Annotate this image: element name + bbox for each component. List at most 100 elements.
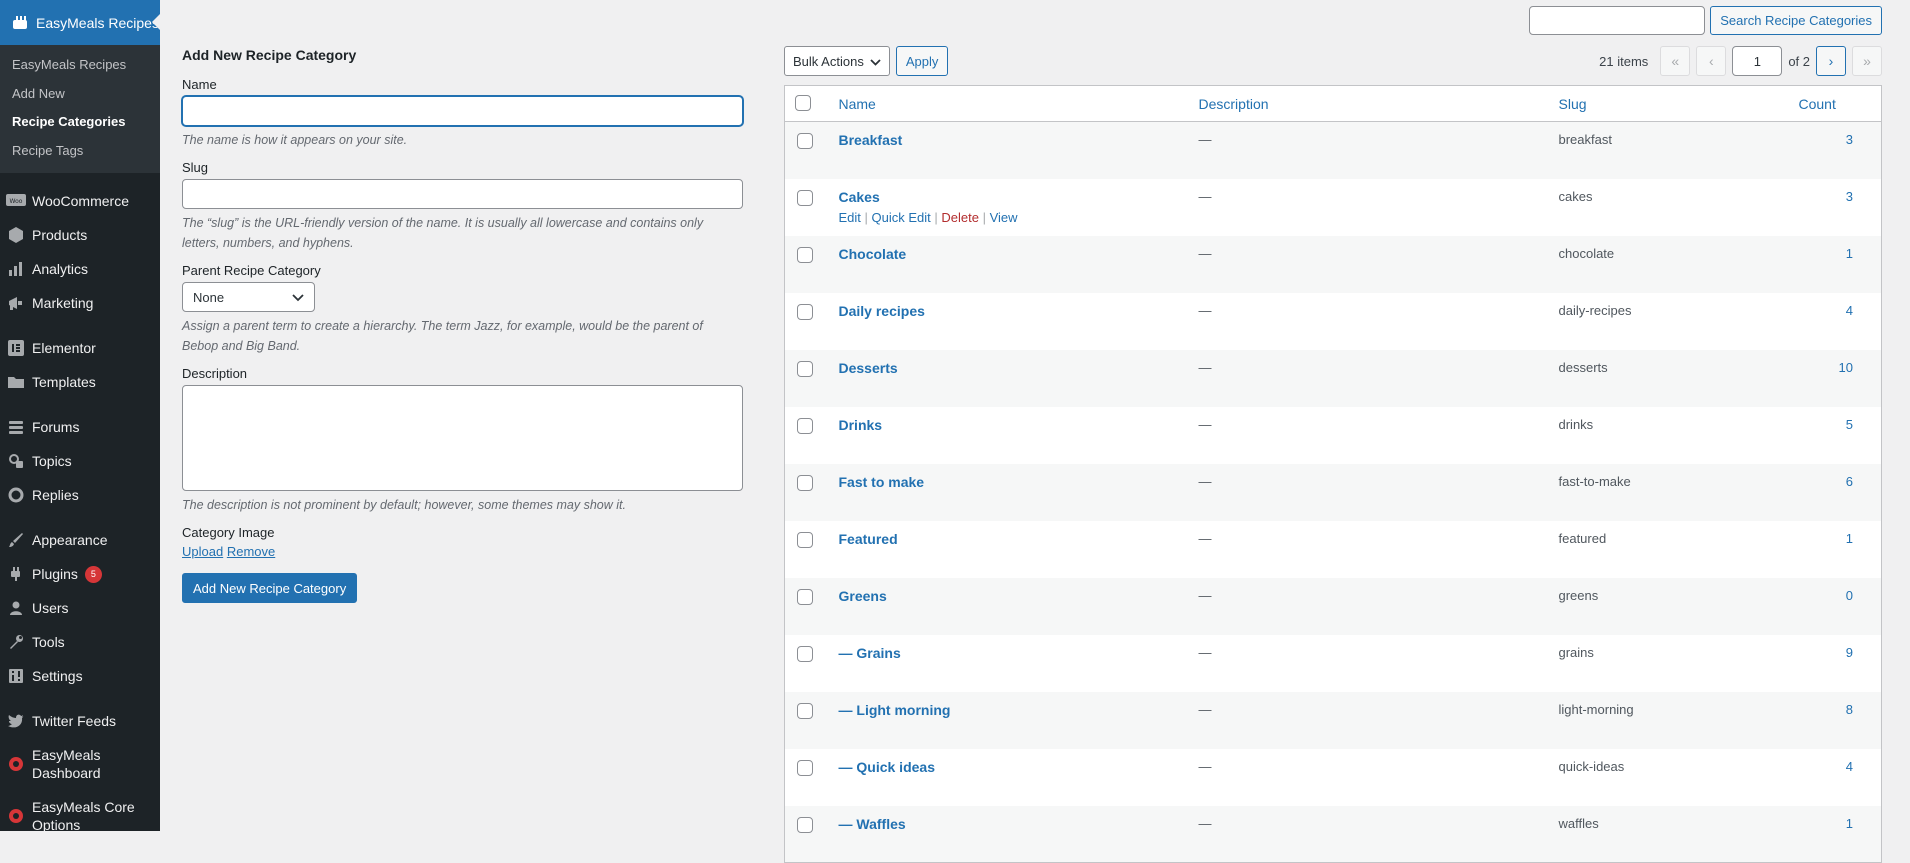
table-row: Chocolate — chocolate 1 [784, 235, 1882, 293]
row-checkbox[interactable] [797, 417, 813, 434]
column-slug[interactable]: Slug [1548, 85, 1789, 122]
row-view-link[interactable]: View [990, 210, 1018, 225]
row-count-link[interactable]: 3 [1789, 179, 1882, 236]
parent-category-select[interactable]: None [182, 282, 315, 312]
apply-button[interactable]: Apply [895, 46, 949, 76]
description-textarea[interactable] [182, 385, 743, 491]
sidebar-item-templates[interactable]: Templates [0, 365, 160, 399]
row-count-link[interactable]: 3 [1789, 122, 1882, 179]
sidebar-item-replies[interactable]: Replies [0, 478, 160, 512]
sidebar-item-products[interactable]: Products [0, 218, 160, 252]
row-slug: fast-to-make [1558, 473, 1631, 489]
search-input[interactable] [1529, 6, 1706, 35]
row-name-cell: — Quick ideas [829, 749, 1189, 806]
row-count-link[interactable]: 5 [1789, 407, 1882, 464]
row-description: — [1198, 530, 1212, 546]
row-name-link[interactable]: — Grains [839, 645, 1179, 661]
row-count-link[interactable]: 4 [1789, 749, 1882, 806]
row-checkbox-cell [785, 293, 829, 350]
sidebar-item-topics[interactable]: Topics [0, 444, 160, 478]
row-name-link[interactable]: Fast to make [839, 474, 1179, 490]
upload-link[interactable]: Upload [182, 544, 223, 559]
add-category-button[interactable]: Add New Recipe Category [182, 573, 358, 603]
row-name-link[interactable]: — Light morning [839, 702, 1179, 718]
row-name-link[interactable]: Breakfast [839, 132, 1179, 148]
row-checkbox[interactable] [797, 645, 813, 662]
row-checkbox[interactable] [797, 588, 813, 605]
slug-input[interactable] [182, 179, 743, 209]
row-name-link[interactable]: Chocolate [839, 246, 1179, 262]
row-count-link[interactable]: 4 [1789, 293, 1882, 350]
sidebar-item-label: EasyMeals Dashboard [32, 747, 101, 781]
woocommerce-icon: Woo [6, 191, 26, 211]
row-quick-edit-link[interactable]: Quick Edit [872, 210, 931, 225]
plugins-icon [6, 564, 26, 584]
sidebar-item-appearance[interactable]: Appearance [0, 523, 160, 557]
row-count-link[interactable]: 6 [1789, 464, 1882, 521]
row-count-link[interactable]: 0 [1789, 578, 1882, 635]
row-count-link[interactable]: 10 [1789, 350, 1882, 407]
row-checkbox[interactable] [797, 246, 813, 263]
row-checkbox[interactable] [797, 759, 813, 776]
submenu-item-add-new[interactable]: Add New [0, 80, 160, 109]
sidebar-item-woocommerce[interactable]: Woo WooCommerce [0, 184, 160, 218]
search-box: Search Recipe Categories [1529, 6, 1882, 35]
row-count-link[interactable]: 1 [1789, 806, 1882, 863]
submenu-item-recipe-categories[interactable]: Recipe Categories [0, 108, 160, 137]
column-description[interactable]: Description [1188, 85, 1549, 122]
row-name-link[interactable]: Cakes [839, 189, 1179, 205]
row-checkbox[interactable] [797, 474, 813, 491]
row-name-link[interactable]: Daily recipes [839, 303, 1179, 319]
submenu-item-recipe-tags[interactable]: Recipe Tags [0, 137, 160, 166]
sidebar-item-easymeals-recipes[interactable]: EasyMeals Recipes [0, 0, 160, 45]
row-checkbox[interactable] [797, 531, 813, 548]
next-page-button[interactable]: › [1816, 46, 1846, 76]
column-count[interactable]: Count [1788, 85, 1882, 122]
row-checkbox[interactable] [797, 360, 813, 377]
row-delete-link[interactable]: Delete [941, 210, 979, 225]
row-description: — [1198, 758, 1212, 774]
sidebar-item-easymeals-dashboard[interactable]: EasyMeals Dashboard [0, 738, 160, 790]
row-checkbox-cell [785, 464, 829, 521]
sidebar-item-easymeals-core-options[interactable]: EasyMeals Core Options [0, 790, 160, 831]
bulk-actions-select[interactable]: Bulk Actions [784, 46, 890, 76]
sidebar-item-twitter-feeds[interactable]: Twitter Feeds [0, 704, 160, 738]
row-count-link[interactable]: 8 [1789, 692, 1882, 749]
sidebar-item-elementor[interactable]: Elementor [0, 331, 160, 365]
row-checkbox[interactable] [797, 133, 813, 149]
sidebar-item-settings[interactable]: Settings [0, 659, 160, 693]
row-checkbox[interactable] [797, 189, 813, 206]
row-checkbox[interactable] [797, 303, 813, 320]
column-name[interactable]: Name [828, 85, 1189, 122]
row-name-link[interactable]: Greens [839, 588, 1179, 604]
sidebar-item-plugins[interactable]: Plugins 5 [0, 557, 160, 591]
remove-link[interactable]: Remove [227, 544, 275, 559]
sidebar-item-tools[interactable]: Tools [0, 625, 160, 659]
name-input[interactable] [182, 96, 743, 126]
row-name-link[interactable]: Drinks [839, 417, 1179, 433]
sidebar-item-analytics[interactable]: Analytics [0, 252, 160, 286]
table-row: — Quick ideas — quick-ideas 4 [785, 749, 1882, 806]
bulk-actions-value: Bulk Actions [793, 53, 864, 69]
sidebar-item-label: Replies [32, 487, 79, 503]
easymeals-dashboard-icon [6, 754, 26, 774]
row-count-link[interactable]: 9 [1789, 635, 1882, 692]
row-name-link[interactable]: Desserts [839, 360, 1179, 376]
row-description: — [1198, 359, 1212, 375]
row-count-link[interactable]: 1 [1789, 236, 1882, 293]
row-checkbox[interactable] [797, 816, 813, 833]
row-checkbox-cell [785, 350, 829, 407]
row-checkbox[interactable] [797, 702, 813, 719]
row-name-link[interactable]: Featured [839, 531, 1179, 547]
row-edit-link[interactable]: Edit [839, 210, 861, 225]
current-page-input[interactable]: 1 [1732, 46, 1783, 76]
row-name-link[interactable]: — Quick ideas [839, 759, 1179, 775]
submenu-item-easymeals-recipes[interactable]: EasyMeals Recipes [0, 51, 160, 80]
row-count-link[interactable]: 1 [1789, 521, 1882, 578]
sidebar-item-users[interactable]: Users [0, 591, 160, 625]
search-categories-button[interactable]: Search Recipe Categories [1710, 6, 1882, 35]
row-name-link[interactable]: — Waffles [839, 816, 1179, 832]
sidebar-item-forums[interactable]: Forums [0, 410, 160, 444]
select-all-checkbox[interactable] [795, 94, 811, 111]
sidebar-item-marketing[interactable]: Marketing [0, 286, 160, 320]
